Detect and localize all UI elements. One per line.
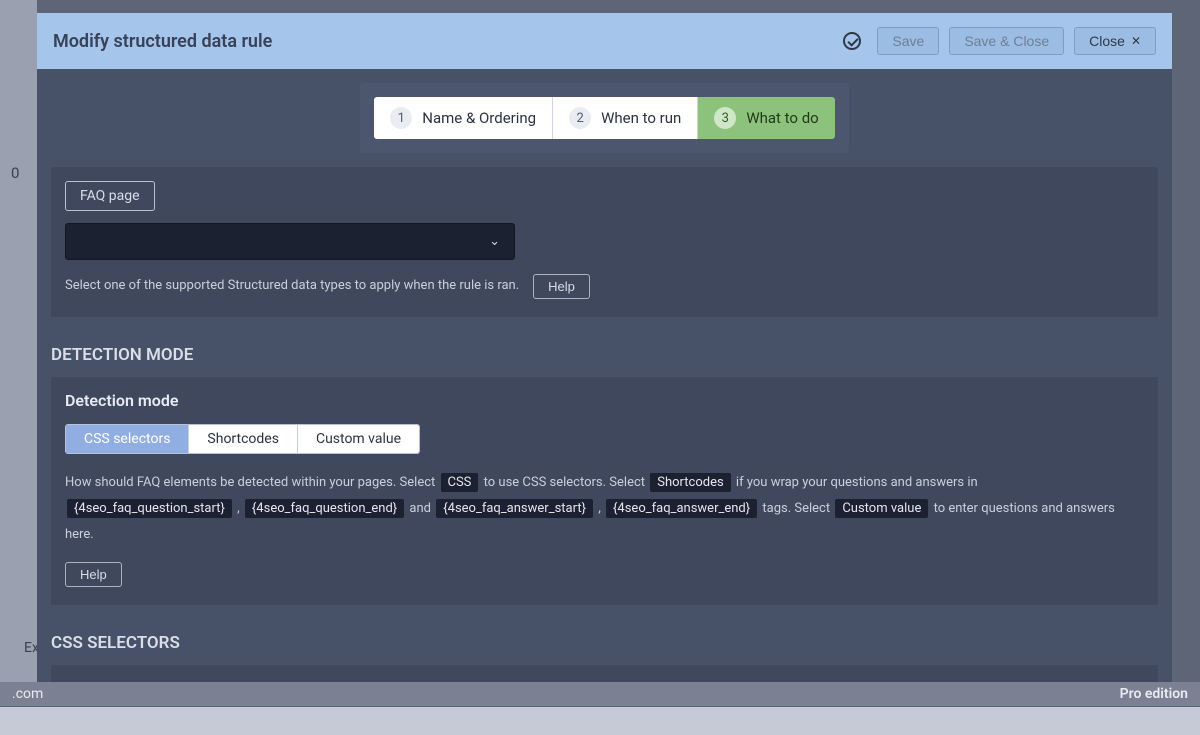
code-css: CSS <box>441 473 479 492</box>
step-label: Name & Ordering <box>422 109 536 127</box>
detection-toggle-group: CSS selectors Shortcodes Custom value <box>65 424 420 454</box>
modal-body-inner: FAQ page ⌄ Select one of the supported S… <box>37 167 1172 682</box>
question-selector-panel: Question CSS selector .4seo-question ✕ <box>51 665 1158 682</box>
desc-text: if you wrap your questions and answers i… <box>736 475 978 490</box>
detection-panel: Detection mode CSS selectors Shortcodes … <box>51 377 1158 605</box>
step-number: 3 <box>714 107 736 129</box>
step-number: 2 <box>569 107 591 129</box>
stepper: 1 Name & Ordering 2 When to run 3 What t… <box>360 83 848 153</box>
header-actions: Save Save & Close Close ✕ <box>843 27 1156 55</box>
help-button[interactable]: Help <box>533 274 590 299</box>
type-select[interactable]: ⌄ <box>65 223 515 260</box>
detection-panel-title: Detection mode <box>65 391 1144 410</box>
close-button[interactable]: Close ✕ <box>1074 27 1156 55</box>
modal-body[interactable]: FAQ page ⌄ Select one of the supported S… <box>37 167 1172 682</box>
step-label: When to run <box>601 109 681 127</box>
code-sc2: {4seo_faq_question_end} <box>245 499 404 518</box>
footer-right: Pro edition <box>1120 686 1188 702</box>
code-sc1: {4seo_faq_question_start} <box>67 499 232 518</box>
code-custom: Custom value <box>835 499 928 518</box>
modal-header: Modify structured data rule Save Save & … <box>37 13 1172 69</box>
type-panel: FAQ page ⌄ Select one of the supported S… <box>51 167 1158 317</box>
type-hint: Select one of the supported Structured d… <box>65 277 519 295</box>
chevron-down-icon: ⌄ <box>489 234 500 249</box>
modal: Modify structured data rule Save Save & … <box>37 13 1172 682</box>
step-number: 1 <box>390 107 412 129</box>
toggle-css-selectors[interactable]: CSS selectors <box>66 425 189 453</box>
desc-text: and <box>409 501 431 516</box>
desc-text: to use CSS selectors. Select <box>484 475 645 490</box>
code-sc4: {4seo_faq_answer_end} <box>606 499 757 518</box>
detection-section-title: DETECTION MODE <box>51 345 1158 365</box>
toggle-shortcodes[interactable]: Shortcodes <box>189 425 298 453</box>
desc-text: tags. Select <box>762 501 830 516</box>
help-button[interactable]: Help <box>65 562 122 587</box>
type-hint-row: Select one of the supported Structured d… <box>65 274 1144 299</box>
step-label: What to do <box>746 109 818 127</box>
status-check-icon <box>843 32 861 50</box>
stepper-wrap: 1 Name & Ordering 2 When to run 3 What t… <box>37 69 1172 167</box>
code-shortcodes: Shortcodes <box>650 473 730 492</box>
bottom-strip <box>0 707 1200 735</box>
type-badge: FAQ page <box>65 181 155 211</box>
step-what-to-do[interactable]: 3 What to do <box>698 97 834 139</box>
step-name-ordering[interactable]: 1 Name & Ordering <box>374 97 553 139</box>
close-icon: ✕ <box>1131 34 1141 48</box>
code-sc3: {4seo_faq_answer_start} <box>436 499 593 518</box>
selectors-section-title: CSS SELECTORS <box>51 633 1158 653</box>
desc-text: , <box>598 501 601 516</box>
desc-text: How should FAQ elements be detected with… <box>65 475 435 490</box>
footer-left: .com <box>12 686 43 702</box>
step-when-to-run[interactable]: 2 When to run <box>553 97 698 139</box>
admin-sidebar <box>0 0 37 695</box>
modal-title: Modify structured data rule <box>53 31 272 52</box>
detection-description: How should FAQ elements be detected with… <box>65 470 1144 548</box>
save-close-button[interactable]: Save & Close <box>949 27 1064 55</box>
desc-text: , <box>237 501 240 516</box>
sidebar-count: 0 <box>11 164 19 182</box>
toggle-custom-value[interactable]: Custom value <box>298 425 419 453</box>
close-button-label: Close <box>1089 33 1125 49</box>
footer-bar: .com Pro edition <box>0 682 1200 706</box>
save-button[interactable]: Save <box>877 27 939 55</box>
